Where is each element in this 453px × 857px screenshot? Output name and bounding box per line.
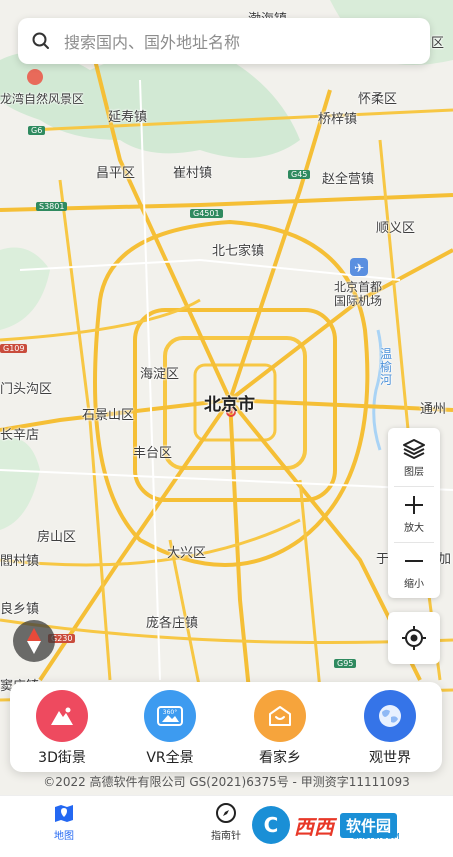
feature-label: 3D街景 [38, 750, 86, 766]
map-place-label[interactable]: 良乡镇 [0, 598, 39, 617]
search-input[interactable]: 搜索国内、国外地址名称 [64, 29, 240, 53]
layers-label: 图层 [404, 467, 424, 478]
map-place-label[interactable]: 房山区 [37, 526, 76, 545]
compass-needle-icon [27, 628, 41, 654]
compass-button[interactable] [13, 620, 55, 662]
map-place-label[interactable]: 长辛店 [0, 424, 39, 443]
search-icon [18, 18, 64, 64]
map-place-label[interactable]: 区 [431, 32, 444, 51]
map-place-label[interactable]: 海淀区 [140, 363, 179, 382]
zoom-in-label: 放大 [404, 523, 424, 534]
map-place-label[interactable]: 怀柔区 [358, 88, 397, 107]
road-badge: G45 [288, 170, 311, 179]
feature-world[interactable]: 观世界 [340, 690, 440, 767]
watermark-url: CR173.COM [352, 832, 400, 841]
svg-text:360°: 360° [163, 709, 177, 716]
map-icon [55, 805, 73, 822]
road-badge: G6 [28, 126, 46, 135]
airport-label[interactable]: 北京首都国际机场 [334, 280, 392, 308]
compass-icon [216, 803, 236, 823]
feature-vr-panorama[interactable]: 360° VR全景 [120, 690, 220, 767]
map-place-label[interactable]: 北七家镇 [212, 240, 264, 259]
city-label[interactable]: 北京市 [204, 390, 255, 415]
watermark-text: 西西 [294, 814, 334, 839]
feature-hometown[interactable]: 看家乡 [230, 690, 330, 767]
map-place-label[interactable]: 延寿镇 [108, 106, 147, 125]
tab-map[interactable]: 地图 [24, 802, 104, 842]
tab-label: 地图 [54, 831, 74, 842]
map-place-label[interactable]: 大兴区 [167, 542, 206, 561]
map-place-label[interactable]: 龙湾自然风景区 [0, 90, 84, 107]
home-icon [254, 690, 306, 742]
road-badge: G109 [0, 344, 28, 353]
river-label: 温榆河 [380, 347, 393, 387]
feature-label: VR全景 [146, 750, 194, 766]
svg-text:✈: ✈ [354, 261, 364, 275]
road-badge: S3801 [36, 202, 68, 211]
map-place-label[interactable]: 崔村镇 [173, 162, 212, 181]
map-place-label[interactable]: 閻村镇 [0, 550, 39, 569]
road-badge: G4501 [190, 209, 223, 218]
map-place-label[interactable]: 昌平区 [96, 162, 135, 181]
layers-icon [403, 439, 425, 459]
minus-icon [405, 560, 423, 562]
watermark-c-icon: C [252, 806, 290, 844]
locate-button[interactable] [388, 612, 440, 664]
zoom-in-button[interactable]: 放大 [388, 486, 440, 542]
map-place-label[interactable]: 石景山区 [82, 404, 134, 423]
mountain-icon [36, 690, 88, 742]
map-place-label[interactable]: 桥梓镇 [318, 108, 357, 127]
feature-label: 看家乡 [259, 750, 301, 766]
map-place-label[interactable]: 庞各庄镇 [146, 612, 198, 631]
map-place-label[interactable]: 门头沟区 [0, 378, 52, 397]
tab-label: 指南针 [211, 831, 241, 842]
panorama-360-icon: 360° [144, 690, 196, 742]
road-badge: G95 [334, 659, 357, 668]
search-bar[interactable]: 搜索国内、国外地址名称 [18, 18, 430, 64]
feature-panel: 3D街景 360° VR全景 看家乡 观世界 [10, 682, 442, 772]
map-control-panel: 图层 放大 缩小 [388, 428, 440, 598]
plus-icon [405, 496, 423, 514]
watermark-logo: C 西西 软件园 CR173.COM [252, 804, 453, 846]
map-place-label[interactable]: 丰台区 [133, 442, 172, 461]
locate-icon [402, 626, 426, 650]
map-copyright: ©2022 高德软件有限公司 GS(2021)6375号 - 甲测资字11111… [43, 775, 410, 789]
layers-button[interactable]: 图层 [388, 430, 440, 486]
zoom-out-label: 缩小 [404, 579, 424, 590]
map-place-label[interactable]: 顺义区 [376, 217, 415, 236]
globe-icon [364, 690, 416, 742]
feature-3d-street[interactable]: 3D街景 [12, 690, 112, 767]
zoom-out-button[interactable]: 缩小 [388, 542, 440, 598]
feature-label: 观世界 [369, 750, 411, 766]
map-place-label[interactable]: 通州 [420, 398, 446, 417]
map-place-label[interactable]: 赵全营镇 [322, 168, 374, 187]
